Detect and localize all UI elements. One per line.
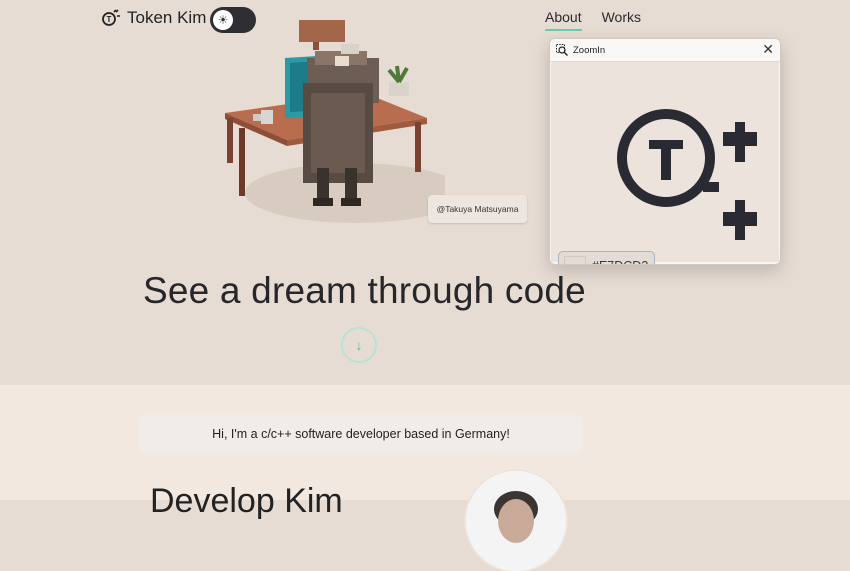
zoomin-titlebar[interactable]: ZoomIn ✕ (550, 39, 780, 62)
svg-text:T: T (107, 15, 112, 24)
nav-works[interactable]: Works (602, 9, 641, 31)
image-credit[interactable]: @Takuya Matsuyama (428, 195, 527, 223)
hero-headline: See a dream through code (143, 270, 586, 311)
color-swatch (564, 255, 586, 264)
scroll-down-button[interactable]: ↓ (341, 327, 377, 363)
close-icon[interactable]: ✕ (762, 41, 774, 58)
zoomin-window[interactable]: ZoomIn ✕ #E7DCD3 (549, 38, 781, 265)
logo-icon: T (102, 9, 120, 26)
color-value-chip[interactable]: #E7DCD3 (558, 251, 655, 265)
intro-text: Hi, I'm a c/c++ software developer based… (212, 427, 510, 441)
magnified-logo-icon (617, 109, 757, 240)
color-hex-value: #E7DCD3 (592, 259, 648, 265)
main-nav: About Works (545, 9, 641, 31)
zoomin-title: ZoomIn (573, 44, 606, 56)
intro-banner: Hi, I'm a c/c++ software developer based… (139, 415, 583, 453)
logo-text: Token Kim (127, 8, 207, 27)
nav-about[interactable]: About (545, 9, 582, 31)
voxel-desk-illustration (225, 20, 445, 223)
arrow-down-icon: ↓ (355, 337, 363, 353)
site-logo[interactable]: T Token Kim (101, 8, 206, 28)
magnifier-icon (556, 44, 568, 56)
profile-name-heading: Develop Kim (150, 482, 343, 520)
avatar-image (466, 471, 566, 571)
zoomin-magnified-view: #E7DCD3 (551, 62, 779, 265)
avatar (466, 471, 566, 571)
